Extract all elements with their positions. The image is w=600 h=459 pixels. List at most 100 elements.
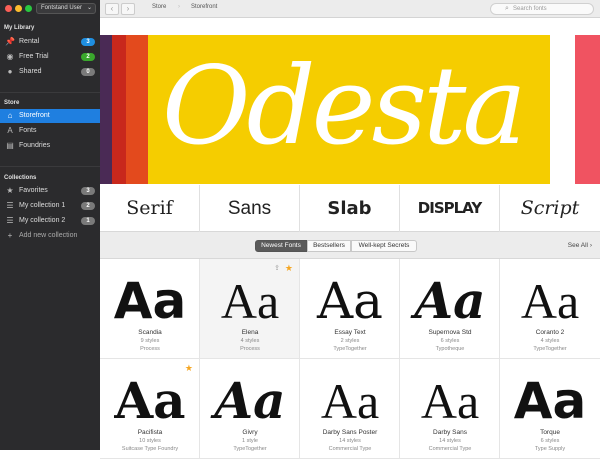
eye-icon: ◉ [6, 52, 14, 61]
forward-button[interactable]: › [121, 3, 135, 15]
font-styles: 6 styles [440, 338, 460, 344]
font-name: Essay Text [334, 329, 366, 336]
font-card-scandia[interactable]: Aa Scandia 9 styles Process [100, 259, 200, 359]
font-styles: 6 styles [540, 438, 560, 444]
banner-stripe [550, 35, 575, 184]
font-card-givry[interactable]: Aa Givry 1 style TypeTogether [200, 359, 300, 459]
font-foundry: Process [140, 346, 160, 352]
font-name: Darby Sans [433, 429, 467, 436]
add-collection-label: Add new collection [19, 232, 78, 239]
zoom-window-button[interactable] [25, 5, 32, 12]
font-card-elena[interactable]: ⇪ ★ Aa Elena 4 styles Process [200, 259, 300, 359]
add-collection-button[interactable]: + Add new collection [0, 229, 100, 243]
search-input[interactable]: ⌕ Search fonts [490, 3, 594, 15]
font-name: Coranto 2 [535, 329, 565, 336]
count-badge: 2 [81, 202, 95, 210]
tab-well-kept-secrets[interactable]: Well-kept Secrets [351, 240, 417, 252]
close-window-button[interactable] [5, 5, 12, 12]
user-menu[interactable]: Fontstand User ⌄ [36, 3, 96, 14]
collections-heading: Collections [4, 175, 37, 181]
sidebar-item-label: Storefront [19, 112, 50, 119]
pin-icon: 📌 [5, 37, 15, 46]
font-styles: 14 styles [339, 438, 361, 444]
banner-stripe [575, 35, 600, 184]
person-icon: ● [7, 67, 13, 76]
font-name: Supernova Std [428, 329, 472, 336]
star-icon: ★ [6, 186, 14, 195]
tab-bestsellers[interactable]: Bestsellers [307, 240, 351, 252]
divider [0, 166, 100, 167]
count-badge: 0 [81, 68, 95, 76]
category-slab[interactable]: Slab [300, 185, 400, 232]
plus-icon: + [7, 231, 13, 240]
sidebar-item-label: My collection 2 [19, 217, 66, 224]
list-icon: ☰ [6, 216, 14, 225]
font-styles: 10 styles [139, 438, 161, 444]
home-icon: ⌂ [7, 111, 13, 120]
font-styles: 1 style [242, 438, 258, 444]
sidebar-item-foundries[interactable]: ▤ Foundries [0, 139, 100, 153]
building-icon: ▤ [6, 141, 14, 150]
font-specimen: Aa [114, 371, 186, 430]
divider [0, 92, 100, 93]
store-heading: Store [4, 100, 20, 106]
font-foundry: Typotheque [435, 346, 465, 352]
search-icon: ⌕ [505, 5, 509, 12]
font-name: Darby Sans Poster [322, 429, 378, 436]
font-styles: 14 styles [439, 438, 461, 444]
back-button[interactable]: ‹ [105, 3, 119, 15]
category-display[interactable]: DISPLAY [400, 185, 500, 232]
font-foundry: TypeTogether [233, 446, 267, 452]
search-placeholder: Search fonts [513, 6, 547, 12]
font-styles: 4 styles [540, 338, 560, 344]
font-card-torque[interactable]: Aa Torque 6 styles Type Supply [500, 359, 600, 459]
user-menu-label: Fontstand User [41, 5, 83, 11]
font-card-essay-text[interactable]: Aa Essay Text 2 styles TypeTogether [300, 259, 400, 359]
sidebar-item-my-collection-2[interactable]: ☰ My collection 2 1 [0, 214, 100, 228]
toolbar: ‹ › Store › Storefront ⌕ Search fonts [100, 0, 600, 18]
category-bar: Serif Sans Slab DISPLAY Script [100, 185, 600, 232]
sidebar-item-storefront[interactable]: ⌂ Storefront [0, 109, 100, 123]
category-sans[interactable]: Sans [200, 185, 300, 232]
category-serif[interactable]: Serif [100, 185, 200, 232]
chevron-down-icon: ⌄ [86, 5, 92, 11]
sidebar-item-fonts[interactable]: A Fonts [0, 124, 100, 138]
see-all-link[interactable]: See All › [568, 242, 592, 249]
font-card-pacifista[interactable]: ★ Aa Pacifista 10 styles Suitcase Type F… [100, 359, 200, 459]
font-foundry: Process [240, 346, 260, 352]
font-card-coranto-2[interactable]: Aa Coranto 2 4 styles TypeTogether [500, 259, 600, 359]
font-foundry: Commercial Type [328, 446, 372, 452]
sidebar-item-rental[interactable]: 📌 Rental 3 [0, 35, 100, 49]
sidebar-item-free-trial[interactable]: ◉ Free Trial 2 [0, 50, 100, 64]
font-card-darby-sans-poster[interactable]: Aa Darby Sans Poster 14 styles Commercia… [300, 359, 400, 459]
sidebar-item-my-collection-1[interactable]: ☰ My collection 1 2 [0, 199, 100, 213]
list-icon: ☰ [6, 201, 14, 210]
font-foundry: Suitcase Type Foundry [121, 446, 179, 452]
sidebar-item-favorites[interactable]: ★ Favorites 3 [0, 184, 100, 198]
font-card-darby-sans[interactable]: Aa Darby Sans 14 styles Commercial Type [400, 359, 500, 459]
tab-newest-fonts[interactable]: Newest Fonts [255, 240, 307, 252]
font-name: Scandia [138, 329, 162, 336]
font-icon: A [7, 126, 13, 135]
sidebar-item-shared[interactable]: ● Shared 0 [0, 65, 100, 79]
font-specimen: Aa [320, 373, 380, 429]
font-specimen: Aa [214, 371, 286, 430]
breadcrumb-store[interactable]: Store [152, 4, 166, 10]
font-specimen: Aa [317, 272, 383, 330]
font-name: Elena [241, 329, 259, 336]
font-foundry: Type Supply [534, 446, 566, 452]
font-grid: Aa Scandia 9 styles Process ⇪ ★ Aa Elena… [100, 259, 600, 459]
see-all-label: See All [567, 242, 589, 249]
minimize-window-button[interactable] [15, 5, 22, 12]
font-card-supernova-std[interactable]: Aa Supernova Std 6 styles Typotheque [400, 259, 500, 359]
count-badge: 3 [81, 38, 95, 46]
featured-banner[interactable]: Odesta [100, 35, 600, 184]
breadcrumb-storefront[interactable]: Storefront [191, 4, 217, 10]
chevron-right-icon: › [589, 242, 592, 249]
library-heading: My Library [4, 25, 35, 31]
category-script[interactable]: Script [500, 185, 600, 232]
font-foundry: TypeTogether [333, 346, 367, 352]
font-styles: 9 styles [140, 338, 160, 344]
font-name: Pacifista [137, 429, 163, 436]
sidebar-item-label: Fonts [19, 127, 37, 134]
